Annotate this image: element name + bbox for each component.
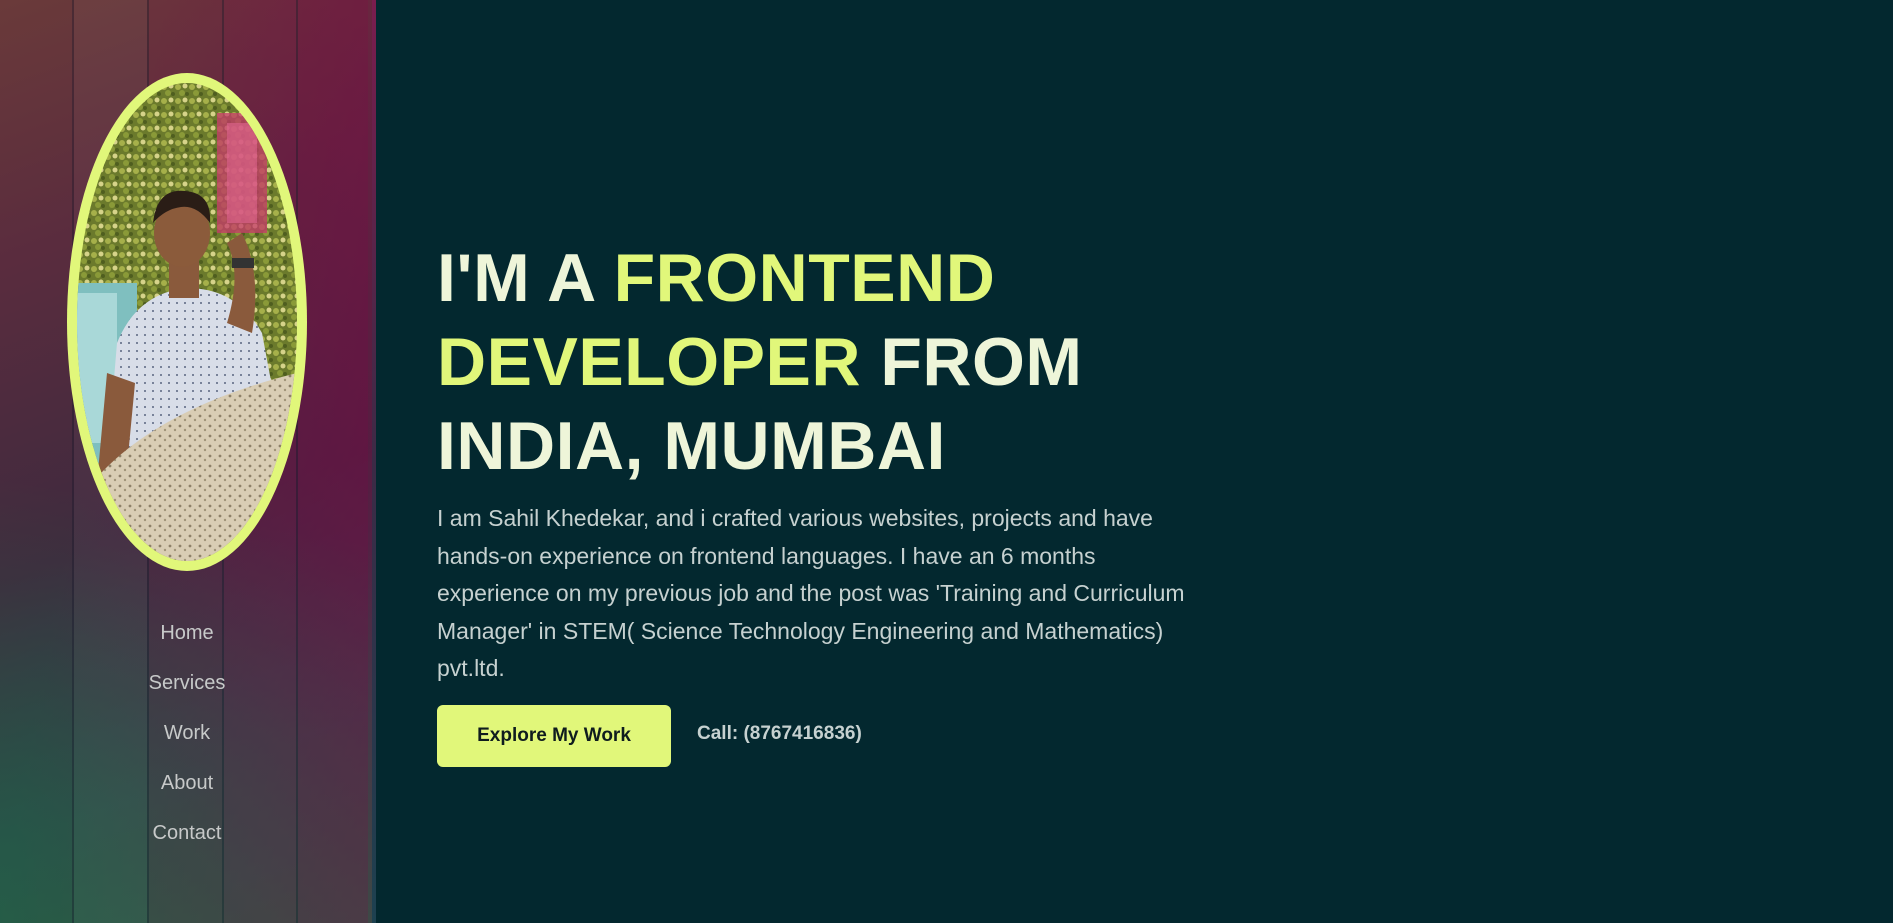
avatar (77, 83, 297, 561)
nav-link-contact[interactable]: Contact (153, 812, 222, 862)
headline-text: INDIA, MUMBAI (437, 408, 946, 484)
hero-headline: I'M A FRONTEND DEVELOPER FROM INDIA, MUMBA… (437, 236, 1217, 488)
nav-link-work[interactable]: Work (164, 712, 210, 762)
sidebar-divider (372, 0, 376, 923)
profile-photo (77, 83, 297, 561)
nav-link-services[interactable]: Services (149, 662, 226, 712)
headline-text: I'M A (437, 240, 614, 316)
headline-accent: DEVELOPER (437, 324, 861, 400)
portfolio-page: Home Services Work About Contact I'M A F… (0, 0, 1893, 923)
nav-link-home[interactable]: Home (160, 612, 213, 662)
hero-section: I'M A FRONTEND DEVELOPER FROM INDIA, MUMBA… (437, 236, 1217, 767)
intro-paragraph: I am Sahil Khedekar, and i crafted vario… (437, 505, 1185, 681)
sidebar-nav: Home Services Work About Contact (0, 612, 372, 862)
call-link[interactable]: Call: (8767416836) (697, 723, 862, 745)
explore-work-button[interactable]: Explore My Work (437, 704, 671, 767)
sidebar: Home Services Work About Contact (0, 0, 372, 923)
cta-row: Explore My Work Call: (8767416836) (437, 704, 1217, 767)
headline-accent: FRONTEND (613, 240, 996, 316)
nav-link-about[interactable]: About (161, 762, 213, 812)
headline-text: FROM (860, 324, 1083, 400)
avatar-frame (67, 73, 307, 571)
